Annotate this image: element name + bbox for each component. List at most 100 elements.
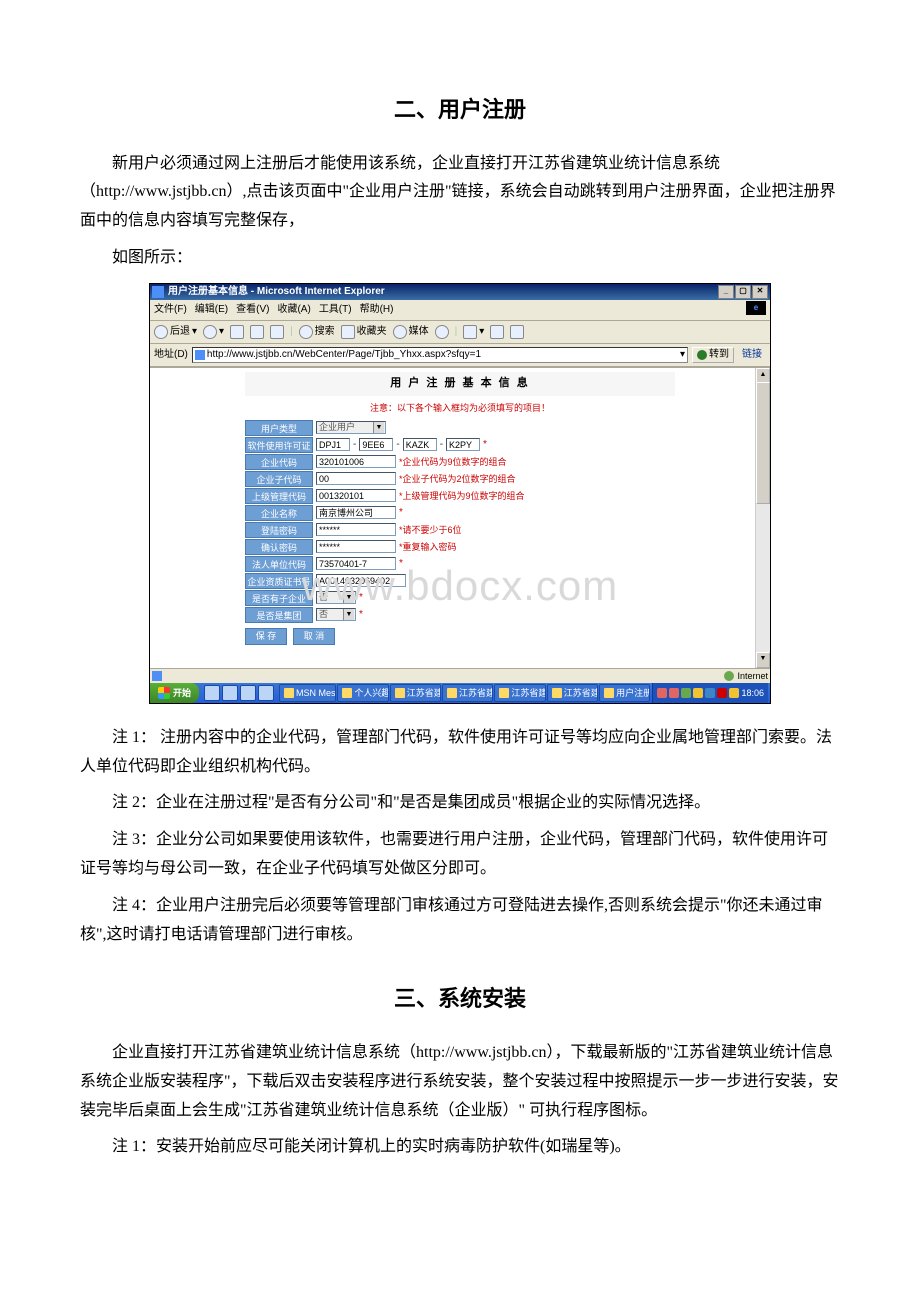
taskbar-tasks: MSN Mess... 个人兴趣... 江苏省建... 江苏省建... 江苏省建…: [279, 684, 650, 702]
row-mgr-code: 上级管理代码 001320101 *上级管理代码为9位数字的组合: [245, 488, 675, 504]
input-login-pwd[interactable]: ******: [316, 523, 396, 536]
note-3: 注 3：企业分公司如果要使用该软件，也需要进行用户注册，企业代码，管理部门代码，…: [80, 826, 840, 884]
section-3-para-1: 企业直接打开江苏省建筑业统计信息系统（http://www.jstjbb.cn）…: [80, 1039, 840, 1125]
favorites-button[interactable]: 收藏夹: [341, 323, 387, 341]
quick-launch-icon[interactable]: [222, 685, 238, 701]
stop-button[interactable]: [230, 325, 244, 339]
task-item[interactable]: 个人兴趣...: [337, 684, 388, 702]
select-user-type[interactable]: 企业用户: [316, 421, 386, 434]
links-bar[interactable]: 链接: [738, 346, 766, 364]
search-button[interactable]: 搜索: [299, 323, 335, 341]
input-confirm-pwd[interactable]: ******: [316, 540, 396, 553]
scroll-thumb[interactable]: [756, 382, 770, 504]
back-button[interactable]: 后退 ▾: [154, 323, 197, 341]
vertical-scrollbar[interactable]: ▲ ▼: [755, 368, 770, 668]
task-icon: [284, 688, 294, 698]
address-input[interactable]: http://www.jstjbb.cn/WebCenter/Page/Tjbb…: [192, 347, 688, 363]
row-ent-name: 企业名称 南京博州公司 *: [245, 505, 675, 521]
taskbar-clock: 18:06: [741, 685, 764, 701]
go-button[interactable]: 转到: [692, 347, 734, 363]
row-legal-code: 法人单位代码 73570401-7 *: [245, 556, 675, 572]
tray-icon[interactable]: [705, 688, 715, 698]
label-confirm-pwd: 确认密码: [245, 539, 313, 555]
input-cert-no[interactable]: A0014032069402: [316, 574, 406, 587]
cancel-button[interactable]: 取 消: [293, 628, 335, 645]
input-license-4[interactable]: K2PY: [446, 438, 480, 451]
section-3-title: 三、系统安装: [80, 979, 840, 1019]
task-item[interactable]: 江苏省建...: [442, 684, 493, 702]
edit-button[interactable]: [510, 325, 524, 339]
select-has-sub[interactable]: 否: [316, 591, 356, 604]
history-button[interactable]: [435, 325, 449, 339]
save-button[interactable]: 保 存: [245, 628, 287, 645]
section-3-note-1: 注 1：安装开始前应尽可能关闭计算机上的实时病毒防护软件(如瑞星等)。: [80, 1133, 840, 1162]
note-1: 注 1： 注册内容中的企业代码，管理部门代码，软件使用许可证号等均应向企业属地管…: [80, 724, 840, 782]
menu-file[interactable]: 文件(F): [154, 301, 187, 319]
task-item[interactable]: 江苏省建...: [390, 684, 441, 702]
menu-favorites[interactable]: 收藏(A): [277, 301, 310, 319]
input-ent-code[interactable]: 320101006: [316, 455, 396, 468]
hint-confirm-pwd: *重复输入密码: [399, 539, 457, 555]
label-login-pwd: 登陆密码: [245, 522, 313, 538]
note-4: 注 4：企业用户注册完后必须要等管理部门审核通过方可登陆进去操作,否则系统会提示…: [80, 892, 840, 950]
form-title: 用 户 注 册 基 本 信 息: [245, 372, 675, 396]
note-2: 注 2：企业在注册过程"是否有分公司"和"是否是集团成员"根据企业的实际情况选择…: [80, 789, 840, 818]
ie-logo-icon: e: [746, 301, 766, 315]
tray-icon[interactable]: [657, 688, 667, 698]
label-mgr-code: 上级管理代码: [245, 488, 313, 504]
print-button[interactable]: [490, 325, 504, 339]
scroll-down-button[interactable]: ▼: [756, 652, 770, 668]
input-mgr-code[interactable]: 001320101: [316, 489, 396, 502]
mail-icon: [463, 325, 477, 339]
refresh-button[interactable]: [250, 325, 264, 339]
input-license-2[interactable]: 9EE6: [359, 438, 393, 451]
close-button[interactable]: ✕: [752, 285, 768, 299]
task-item[interactable]: MSN Mess...: [279, 684, 336, 702]
tray-icon[interactable]: [717, 688, 727, 698]
quick-launch-icon[interactable]: [204, 685, 220, 701]
section-2-para-1: 新用户必须通过网上注册后才能使用该系统，企业直接打开江苏省建筑业统计信息系统（h…: [80, 150, 840, 236]
input-sub-code[interactable]: 00: [316, 472, 396, 485]
task-item[interactable]: 用户注册...: [599, 684, 650, 702]
mail-button[interactable]: ▾: [463, 323, 484, 341]
home-button[interactable]: [270, 325, 284, 339]
row-sub-code: 企业子代码 00 *企业子代码为2位数字的组合: [245, 471, 675, 487]
search-icon: [299, 325, 313, 339]
star-icon: [341, 325, 355, 339]
menu-view[interactable]: 查看(V): [236, 301, 269, 319]
row-user-type: 用户类型 企业用户: [245, 420, 675, 436]
maximize-button[interactable]: ▢: [735, 285, 751, 299]
task-icon: [604, 688, 614, 698]
quick-launch-icon[interactable]: [258, 685, 274, 701]
forward-button[interactable]: ▾: [203, 323, 224, 341]
home-icon: [270, 325, 284, 339]
quick-launch-icon[interactable]: [240, 685, 256, 701]
menu-edit[interactable]: 编辑(E): [195, 301, 228, 319]
windows-icon: [158, 687, 170, 699]
row-login-pwd: 登陆密码 ****** *请不要少于6位: [245, 522, 675, 538]
hint-mgr-code: *上级管理代码为9位数字的组合: [399, 488, 525, 504]
tray-icon[interactable]: [693, 688, 703, 698]
task-item[interactable]: 江苏省建...: [547, 684, 598, 702]
tray-icon[interactable]: [729, 688, 739, 698]
task-item[interactable]: 江苏省建...: [494, 684, 545, 702]
menu-help[interactable]: 帮助(H): [360, 301, 394, 319]
input-license-3[interactable]: KAZK: [403, 438, 437, 451]
forward-icon: [203, 325, 217, 339]
tray-icon[interactable]: [681, 688, 691, 698]
print-icon: [490, 325, 504, 339]
label-ent-name: 企业名称: [245, 505, 313, 521]
internet-zone-icon: [724, 671, 734, 681]
form-warning: 注意：以下各个输入框均为必须填写的项目！: [245, 396, 675, 420]
input-legal-code[interactable]: 73570401-7: [316, 557, 396, 570]
select-is-group[interactable]: 否: [316, 608, 356, 621]
menu-tools[interactable]: 工具(T): [319, 301, 352, 319]
tray-icon[interactable]: [669, 688, 679, 698]
task-icon: [499, 688, 509, 698]
page-icon: [195, 350, 205, 360]
input-license-1[interactable]: DPJ1: [316, 438, 350, 451]
media-button[interactable]: 媒体: [393, 323, 429, 341]
input-ent-name[interactable]: 南京博州公司: [316, 506, 396, 519]
minimize-button[interactable]: _: [718, 285, 734, 299]
start-button[interactable]: 开始: [150, 683, 199, 703]
